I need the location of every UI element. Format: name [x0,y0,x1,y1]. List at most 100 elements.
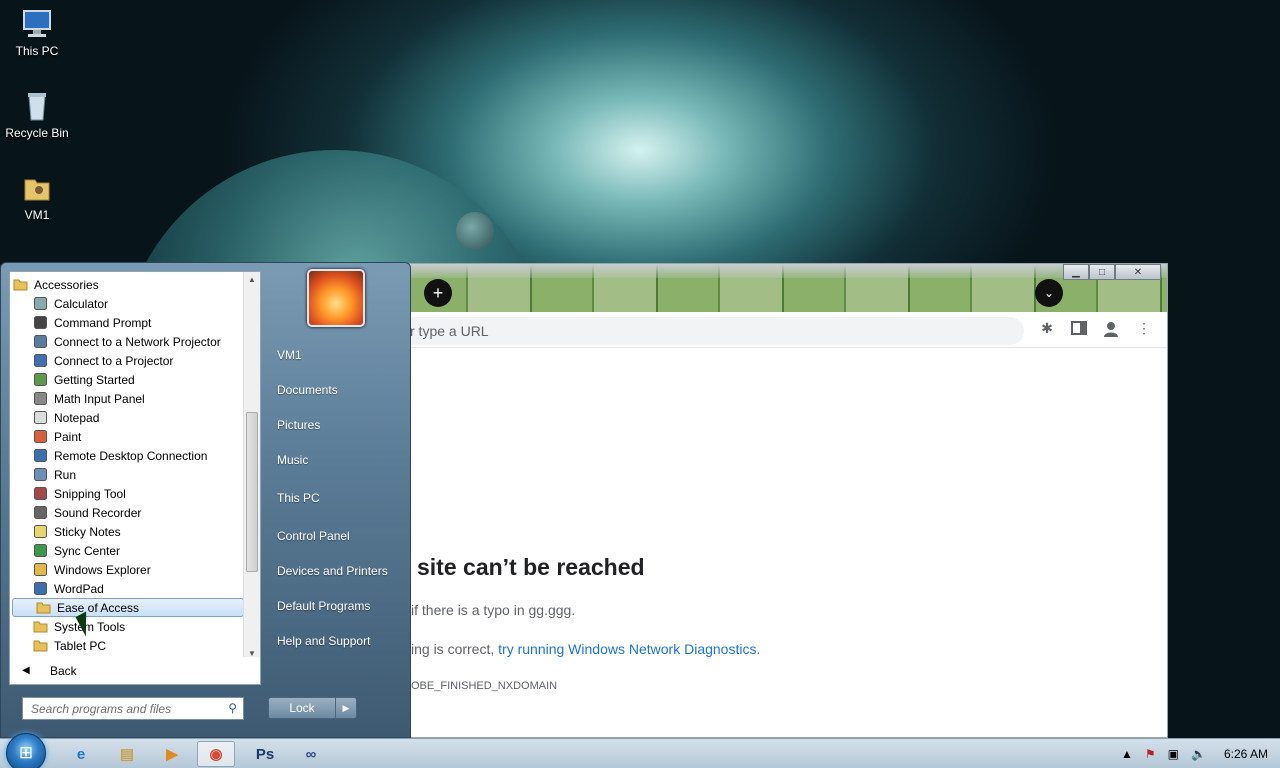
error-title: site can’t be reached [417,554,645,580]
start-menu: Accessories Calculator Command Prompt Conne… [0,262,411,738]
window-controls: ▁ □ ✕ [1063,264,1161,280]
taskbar-app-ie[interactable]: e [62,741,100,767]
program-item[interactable]: Sync Center [10,541,244,560]
start-item-devices-printers[interactable]: Devices and Printers [277,564,388,578]
media-player-icon: ▶ [166,746,178,763]
browser-toolbar: r type a URL ✱ ⋮ [406,312,1167,348]
back-button[interactable]: ◀ Back [9,657,261,685]
taskbar: e ▤ ▶ ◉ Ps ∞ ▲ ⚑ ▣ 🔈 6:26 AM [0,733,1280,768]
user-picture[interactable] [307,269,365,327]
extensions-icon[interactable]: ✱ [1038,320,1056,338]
program-label: Command Prompt [54,315,152,330]
start-item-pictures[interactable]: Pictures [277,418,320,432]
program-item[interactable]: Connect to a Network Projector [10,332,244,351]
error-text: . [756,641,761,657]
address-bar[interactable]: r type a URL [406,317,1024,345]
desktop-icon-recycle-bin[interactable]: Recycle Bin [0,90,74,140]
close-button[interactable]: ✕ [1115,264,1161,280]
program-label: Notepad [54,410,100,425]
scissors-icon [33,486,48,501]
program-folder[interactable]: System Tools [10,617,244,636]
program-label: WordPad [54,581,104,596]
sticky-note-icon [33,524,48,539]
action-center-icon[interactable]: ⚑ [1145,747,1156,761]
desktop-icon-vm1[interactable]: VM1 [0,172,74,222]
folder-icon [33,638,48,653]
side-panel-icon[interactable] [1070,320,1088,338]
photoshop-icon: Ps [255,745,275,763]
computer-icon [21,8,53,40]
program-item[interactable]: Paint [10,427,244,446]
minimize-button[interactable]: ▁ [1063,264,1089,280]
profile-icon[interactable] [1102,320,1120,338]
program-item[interactable]: Remote Desktop Connection [10,446,244,465]
all-programs-list: Accessories Calculator Command Prompt Conne… [9,271,261,663]
start-search-input[interactable]: Search programs and files ⚲ [22,697,244,720]
taskbar-app-chrome[interactable]: ◉ [197,741,235,767]
sync-icon [33,543,48,558]
scroll-up-arrow[interactable]: ▲ [244,272,260,288]
tab-search-button[interactable]: ⌄ [1035,279,1063,307]
program-label: Remote Desktop Connection [54,448,208,463]
lock-button[interactable]: Lock [268,697,336,719]
program-item[interactable]: Sound Recorder [10,503,244,522]
projector-icon [33,353,48,368]
program-folder[interactable]: Ease of Access [12,598,244,617]
start-button[interactable] [6,733,46,768]
program-label: Paint [54,429,82,444]
start-item-music[interactable]: Music [277,453,308,467]
chevron-down-icon: ⌄ [1043,286,1055,300]
start-item-default-programs[interactable]: Default Programs [277,599,370,613]
diagnostics-link[interactable]: try running Windows Network Diagnostics [498,641,756,657]
program-label: Sound Recorder [54,505,142,520]
program-item[interactable]: Run [10,465,244,484]
program-item[interactable]: Snipping Tool [10,484,244,503]
clock[interactable]: 6:26 AM [1224,747,1268,761]
program-item[interactable]: WordPad [10,579,244,598]
start-item-vm1[interactable]: VM1 [277,348,302,362]
start-item-documents[interactable]: Documents [277,383,338,397]
program-item[interactable]: Connect to a Projector [10,351,244,370]
start-item-control-panel[interactable]: Control Panel [277,529,350,543]
scroll-thumb[interactable] [246,412,258,572]
program-label: Sync Center [54,543,121,558]
getting-started-icon [33,372,48,387]
program-item[interactable]: Windows Explorer [10,560,244,579]
start-item-help-support[interactable]: Help and Support [277,634,370,648]
new-tab-button[interactable]: + [424,279,452,307]
start-item-this-pc[interactable]: This PC [277,491,320,505]
taskbar-app-photoshop[interactable]: Ps [246,741,284,767]
program-folder[interactable]: Tablet PC [10,636,244,655]
program-label: Connect to a Network Projector [54,334,221,349]
glasses-icon: ∞ [305,745,317,763]
program-item[interactable]: Calculator [10,294,244,313]
back-arrow-icon: ◀ [22,665,30,676]
program-item[interactable]: Notepad [10,408,244,427]
volume-icon[interactable]: 🔈 [1191,747,1206,761]
program-item[interactable]: Command Prompt [10,313,244,332]
desktop-icon-this-pc[interactable]: This PC [0,8,74,58]
desktop-icon-label: Recycle Bin [5,126,69,140]
program-item[interactable]: Getting Started [10,370,244,389]
chrome-icon: ◉ [209,746,223,763]
minimize-icon: ▁ [1072,266,1080,278]
programs-scrollbar[interactable]: ▲ ▼ [243,272,260,662]
program-item[interactable]: Sticky Notes [10,522,244,541]
program-label: Ease of Access [57,600,140,615]
shutdown-options-button[interactable]: ▶ [335,697,357,719]
program-item[interactable]: Math Input Panel [10,389,244,408]
error-text: ing is correct, [411,641,499,657]
maximize-icon: □ [1098,266,1106,278]
taskbar-app-glasses[interactable]: ∞ [292,741,330,767]
taskbar-app-media-player[interactable]: ▶ [153,741,191,767]
show-hidden-icons-icon[interactable]: ▲ [1121,747,1133,761]
taskbar-app-file-explorer[interactable]: ▤ [108,741,146,767]
notepad-icon [33,410,48,425]
menu-icon[interactable]: ⋮ [1135,320,1153,338]
maximize-button[interactable]: □ [1089,264,1115,280]
network-icon[interactable]: ▣ [1168,747,1179,761]
file-explorer-icon: ▤ [119,746,135,763]
program-folder[interactable]: Accessories [10,275,244,294]
folder-icon [36,600,51,615]
back-label: Back [50,664,77,678]
